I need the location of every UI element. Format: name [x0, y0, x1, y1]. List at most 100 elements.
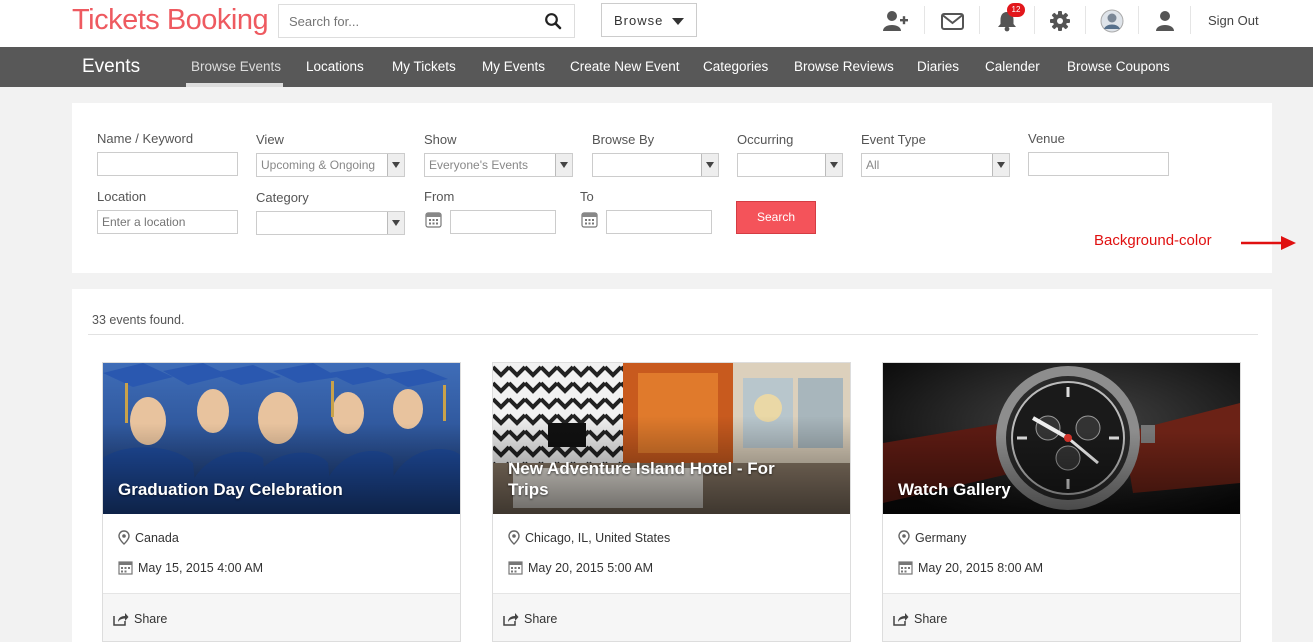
bell-icon[interactable]: 12	[993, 3, 1025, 34]
nav-categories[interactable]: Categories	[703, 59, 768, 74]
view-select-value: Upcoming & Ongoing	[261, 158, 376, 172]
event-search-filters: Name / Keyword View Upcoming & Ongoing S…	[72, 103, 1272, 273]
global-search	[278, 4, 575, 38]
browse-by-select[interactable]	[592, 153, 719, 177]
event-date: May 20, 2015 8:00 AM	[898, 560, 1043, 575]
nav-browse-reviews[interactable]: Browse Reviews	[794, 59, 894, 74]
event-location-text: Canada	[135, 531, 179, 545]
share-button[interactable]: Share	[113, 612, 167, 626]
user-icon[interactable]	[1151, 8, 1179, 34]
event-date: May 20, 2015 5:00 AM	[508, 560, 653, 575]
share-label: Share	[134, 612, 168, 626]
view-select[interactable]: Upcoming & Ongoing	[256, 153, 405, 177]
event-location: Chicago, IL, United States	[508, 530, 670, 545]
calendar-icon	[118, 561, 133, 575]
calendar-icon[interactable]	[581, 211, 598, 228]
location-input[interactable]	[97, 210, 238, 234]
header-divider	[1138, 6, 1139, 34]
event-location-text: Germany	[915, 531, 967, 545]
category-select[interactable]	[256, 211, 405, 235]
name-keyword-input[interactable]	[97, 152, 238, 176]
nav-diaries[interactable]: Diaries	[917, 59, 959, 74]
header-divider	[1085, 6, 1086, 34]
nav-my-tickets[interactable]: My Tickets	[392, 59, 456, 74]
event-photo[interactable]: New Adventure Island Hotel - For Trips	[493, 363, 850, 514]
event-title[interactable]: Watch Gallery	[898, 479, 1200, 500]
nav-my-events[interactable]: My Events	[482, 59, 545, 74]
top-header: Tickets Booking Browse 12	[0, 0, 1313, 47]
arrow-right-icon	[1241, 236, 1296, 250]
event-results: 33 events found. Graduation Day Celebrat…	[72, 289, 1272, 642]
name-keyword-label: Name / Keyword	[97, 131, 194, 146]
show-select[interactable]: Everyone's Events	[424, 153, 573, 177]
event-type-select[interactable]: All	[861, 153, 1010, 177]
nav-locations[interactable]: Locations	[306, 59, 364, 74]
venue-input[interactable]	[1028, 152, 1169, 176]
to-date-input[interactable]	[606, 210, 712, 234]
event-location-text: Chicago, IL, United States	[525, 531, 671, 545]
event-title[interactable]: New Adventure Island Hotel - For Trips	[508, 458, 810, 500]
browse-dropdown-button[interactable]: Browse	[601, 3, 697, 37]
event-title[interactable]: Graduation Day Celebration	[118, 479, 420, 500]
nav-create-new-event[interactable]: Create New Event	[570, 59, 680, 74]
map-marker-icon	[508, 530, 520, 545]
occurring-select[interactable]	[737, 153, 843, 177]
gear-icon[interactable]	[1046, 8, 1074, 34]
from-date-input[interactable]	[450, 210, 556, 234]
site-logo[interactable]: Tickets Booking	[72, 4, 269, 37]
event-photo[interactable]: Graduation Day Celebration	[103, 363, 460, 514]
nav-browse-events[interactable]: Browse Events	[191, 59, 281, 74]
header-divider	[979, 6, 980, 34]
chevron-down-icon	[992, 154, 1009, 176]
nav-calender[interactable]: Calender	[985, 59, 1040, 74]
header-divider	[1190, 6, 1191, 34]
active-tab-indicator	[186, 83, 283, 87]
event-photo[interactable]: Watch Gallery	[883, 363, 1240, 514]
occurring-label: Occurring	[737, 132, 794, 147]
event-card[interactable]: New Adventure Island Hotel - For Trips C…	[492, 362, 851, 642]
search-input[interactable]	[279, 5, 529, 37]
notification-count-badge: 12	[1007, 3, 1025, 17]
event-type-label: Event Type	[861, 132, 926, 147]
browse-by-label: Browse By	[592, 132, 655, 147]
avatar[interactable]	[1098, 8, 1126, 34]
chevron-down-icon	[825, 154, 842, 176]
event-card-footer: Share	[883, 593, 1240, 641]
share-button[interactable]: Share	[893, 612, 947, 626]
chevron-down-icon	[555, 154, 572, 176]
chevron-down-icon	[701, 154, 718, 176]
event-card-footer: Share	[103, 593, 460, 641]
results-count: 33 events found.	[92, 313, 185, 327]
share-icon	[893, 613, 909, 626]
events-nav-bar: Events Browse Events Locations My Ticket…	[0, 47, 1313, 87]
nav-browse-coupons[interactable]: Browse Coupons	[1067, 59, 1170, 74]
to-label: To	[580, 189, 594, 204]
calendar-icon	[508, 561, 523, 575]
event-date: May 15, 2015 4:00 AM	[118, 560, 263, 575]
event-date-text: May 20, 2015 5:00 AM	[528, 561, 654, 575]
share-label: Share	[914, 612, 948, 626]
calendar-icon	[898, 561, 913, 575]
event-card[interactable]: Graduation Day Celebration Canada May 15…	[102, 362, 461, 642]
category-label: Category	[256, 190, 309, 205]
map-marker-icon	[118, 530, 130, 545]
event-date-text: May 15, 2015 4:00 AM	[138, 561, 264, 575]
search-icon[interactable]	[544, 12, 562, 30]
venue-label: Venue	[1028, 131, 1065, 146]
share-label: Share	[524, 612, 558, 626]
mail-icon[interactable]	[938, 8, 966, 34]
section-title: Events	[82, 56, 141, 77]
calendar-icon[interactable]	[425, 211, 442, 228]
browse-label: Browse	[614, 13, 664, 28]
search-button[interactable]: Search	[736, 201, 816, 234]
add-user-icon[interactable]	[881, 8, 909, 34]
event-date-text: May 20, 2015 8:00 AM	[918, 561, 1044, 575]
event-card[interactable]: Watch Gallery Germany May 20, 2015 8:00 …	[882, 362, 1241, 642]
event-type-select-value: All	[866, 158, 880, 172]
share-icon	[113, 613, 129, 626]
share-button[interactable]: Share	[503, 612, 557, 626]
chevron-down-icon	[672, 18, 684, 25]
event-card-footer: Share	[493, 593, 850, 641]
from-label: From	[424, 189, 455, 204]
sign-out-link[interactable]: Sign Out	[1208, 13, 1259, 28]
